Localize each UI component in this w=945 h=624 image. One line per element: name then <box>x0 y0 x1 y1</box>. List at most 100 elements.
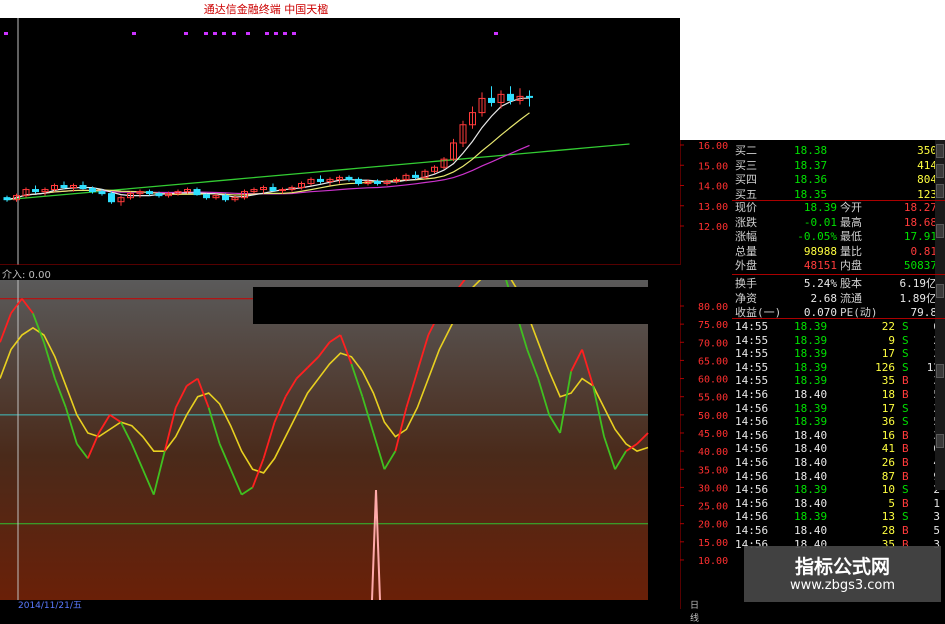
tick-price: 18.40 <box>794 469 828 483</box>
tick-time: 14:55 <box>735 333 769 347</box>
fundamental-row: 净资 2.68 流通 1.89亿 <box>732 292 940 305</box>
stat-row: 涨幅 -0.05% 最低 17.91 <box>732 230 940 243</box>
scroll-button-5[interactable] <box>936 284 944 298</box>
tick-time: 14:56 <box>735 415 769 429</box>
tick-row: 14:5518.399S2 <box>732 334 940 347</box>
event-marker <box>132 32 136 35</box>
tick-time: 14:56 <box>735 456 769 469</box>
stat-value: 48151 <box>803 259 837 272</box>
event-marker <box>494 32 498 35</box>
tick-volume: 41 <box>881 442 895 456</box>
candle-body <box>89 188 96 193</box>
oscillator-chart[interactable] <box>0 254 680 601</box>
stat-label-2: 今开 <box>840 201 862 214</box>
candle-body <box>488 97 495 103</box>
tick-volume: 5 <box>888 496 895 510</box>
scroll-button-7[interactable] <box>936 434 944 448</box>
window-title: 通达信金融终端 中国天楹 <box>203 3 329 16</box>
event-marker <box>265 32 269 35</box>
indicator-label-text: 介入: 0.00 <box>2 270 51 281</box>
tick-row: 14:5518.3922S6 <box>732 320 940 333</box>
fundamental-value-2: 1.89亿 <box>899 291 938 305</box>
watermark-url: www.zbgs3.com <box>789 578 896 593</box>
stat-row: 外盘 48151 内盘 50837 <box>732 259 940 272</box>
tick-side: S <box>902 333 909 347</box>
quote-separator <box>732 318 945 319</box>
tick-side: B <box>902 456 909 469</box>
osc-tick-label: 60.00 <box>698 375 728 386</box>
candle-body <box>526 95 533 98</box>
tick-side: S <box>902 415 909 429</box>
price-tick-label: 15.00 <box>698 161 728 172</box>
scroll-button-4[interactable] <box>936 224 944 238</box>
osc-tick-label: 20.00 <box>698 520 728 531</box>
period-label[interactable]: 日线 <box>690 598 699 624</box>
candle-body <box>269 187 277 192</box>
bid-price: 18.36 <box>794 173 828 186</box>
fundamental-label: 换手 <box>735 277 757 290</box>
event-marker <box>213 32 217 35</box>
tick-time: 14:55 <box>735 374 769 388</box>
tick-volume: 28 <box>881 524 895 537</box>
tick-price: 18.40 <box>794 524 828 537</box>
tick-price: 18.39 <box>794 347 828 361</box>
osc-tick-label: 35.00 <box>698 465 728 476</box>
quote-panel: 买二 18.38 350 买三 18.37 414 买四 18.36 804 买五 18.35 123… <box>732 140 945 609</box>
candle-body <box>146 191 153 195</box>
stat-label: 现价 <box>735 201 757 214</box>
stat-row: 总量 98988 量比 0.81 <box>732 245 940 258</box>
price-tick-label: 16.00 <box>698 141 728 152</box>
fundamental-label-2: 股本 <box>840 277 862 290</box>
scroll-up-button[interactable] <box>936 144 944 158</box>
candle-body <box>193 189 201 196</box>
candle-body <box>32 189 39 193</box>
stat-row: 现价 18.39 今开 18.27 <box>732 201 940 214</box>
tick-volume: 26 <box>881 456 895 469</box>
candle-body <box>79 185 87 190</box>
tick-price: 18.39 <box>794 401 828 415</box>
tick-volume: 16 <box>881 428 895 442</box>
stat-row: 涨跌 -0.01 最高 18.68 <box>732 216 940 229</box>
scroll-button-2[interactable] <box>936 164 944 178</box>
kline-chart[interactable] <box>0 18 680 266</box>
stat-label: 总量 <box>735 244 757 258</box>
oscillator-svg <box>0 254 649 601</box>
stat-value: -0.05% <box>797 230 837 243</box>
scroll-button-3[interactable] <box>936 184 944 198</box>
bid-price: 18.38 <box>794 144 828 157</box>
tick-price: 18.39 <box>794 415 828 429</box>
candle-body <box>355 178 362 184</box>
stat-value: -0.01 <box>803 215 837 229</box>
tick-volume: 126 <box>875 360 895 374</box>
tick-row: 14:5518.3917S3 <box>732 347 940 360</box>
tick-volume: 9 <box>888 333 895 347</box>
event-marker <box>222 32 226 35</box>
fundamental-value: 2.68 <box>810 291 838 305</box>
candle-body <box>60 185 68 189</box>
fundamental-label-2: 流通 <box>840 291 862 305</box>
tick-count: 3 <box>933 510 940 524</box>
tick-side: S <box>902 320 909 333</box>
osc-tick-label: 65.00 <box>698 356 728 367</box>
scroll-button-6[interactable] <box>936 364 944 378</box>
osc-tick-label: 55.00 <box>698 393 728 404</box>
osc-tick-label: 15.00 <box>698 538 728 549</box>
tick-volume: 22 <box>881 320 895 333</box>
tick-time: 14:56 <box>735 428 769 442</box>
tick-time: 14:56 <box>735 469 769 483</box>
tick-time: 14:56 <box>735 510 769 524</box>
bid-price: 18.35 <box>794 187 828 201</box>
event-marker <box>204 32 208 35</box>
redacted-box <box>253 287 680 324</box>
event-marker <box>274 32 278 35</box>
bid-price: 18.37 <box>794 158 828 172</box>
osc-tick-label: 70.00 <box>698 338 728 349</box>
tick-price: 18.40 <box>794 442 828 456</box>
stat-label: 涨跌 <box>735 215 757 229</box>
quote-scrollbar[interactable] <box>935 140 945 490</box>
quote-separator <box>732 200 945 201</box>
tick-price: 18.40 <box>794 428 828 442</box>
osc-tick-label: 30.00 <box>698 483 728 494</box>
window-titlebar: 通达信金融终端 中国天楹 <box>0 0 532 19</box>
bid-row: 买五 18.35 123 <box>732 188 940 201</box>
